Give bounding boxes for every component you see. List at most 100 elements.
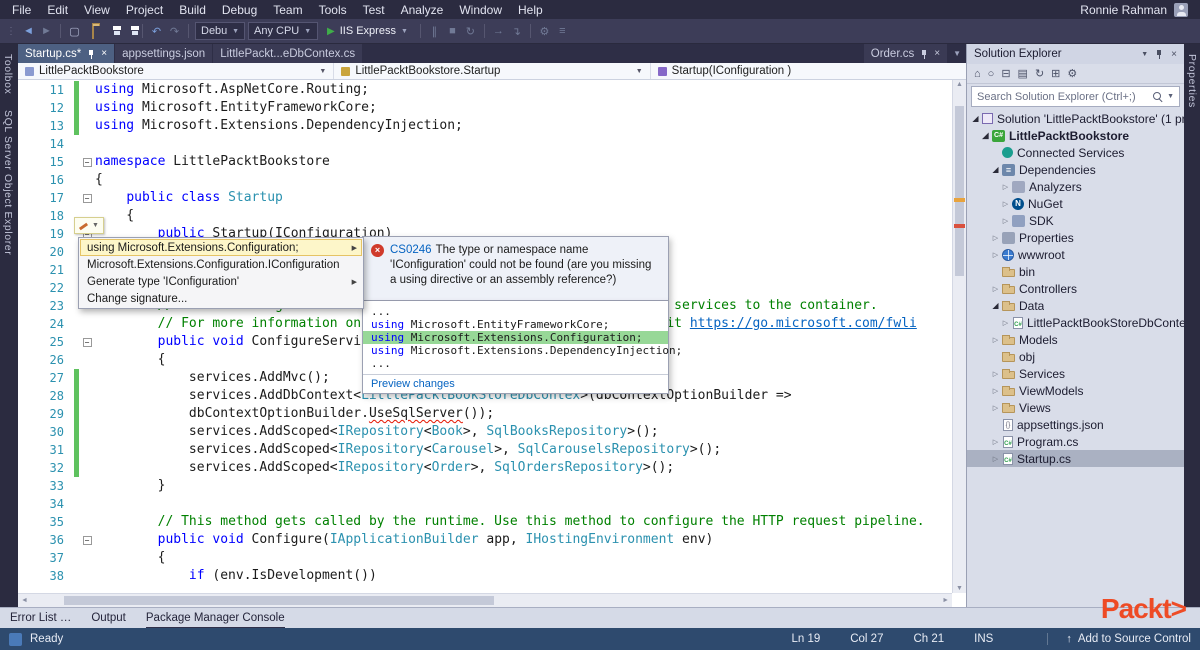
sql-server-object-explorer-tab[interactable]: SQL Server Object Explorer bbox=[0, 100, 16, 261]
pin-icon[interactable] bbox=[1155, 49, 1164, 60]
open-file-icon[interactable] bbox=[85, 25, 100, 39]
code-line-18[interactable]: 18 { bbox=[18, 207, 952, 225]
quickfix-item-using-microsoft-extensions-configuration[interactable]: using Microsoft.Extensions.Configuration… bbox=[80, 239, 362, 256]
new-file-icon[interactable]: ▢ bbox=[67, 25, 82, 38]
tree-item-properties[interactable]: ▷ Properties bbox=[967, 229, 1184, 246]
tree-item-sdk[interactable]: ▷ SDK bbox=[967, 212, 1184, 229]
pending-filter-icon[interactable]: ○ bbox=[988, 68, 995, 80]
window-menu-chevron-icon[interactable]: ▼ bbox=[1141, 51, 1148, 58]
tree-item-littlepacktbookstoredbconte[interactable]: ▷ LittlePacktBookStoreDbConte bbox=[967, 314, 1184, 331]
fold-toggle[interactable]: − bbox=[82, 535, 92, 545]
quick-actions-button[interactable]: ▼ bbox=[74, 217, 104, 234]
menu-item-test[interactable]: Test bbox=[355, 2, 393, 18]
tree-item-startup-cs[interactable]: ▷ Startup.cs bbox=[967, 450, 1184, 467]
breadcrumb-type-dropdown[interactable]: LittlePacktBookstore.Startup ▼ bbox=[334, 63, 651, 79]
code-line-36[interactable]: 36 − public void Configure(IApplicationBu… bbox=[18, 531, 952, 549]
menu-item-build[interactable]: Build bbox=[171, 2, 214, 18]
code-line-15[interactable]: 15 − namespace LittlePacktBookstore bbox=[18, 153, 952, 171]
tree-expander-icon[interactable]: ▷ bbox=[1000, 183, 1011, 191]
properties-gear-icon[interactable]: ⚙ bbox=[1067, 67, 1077, 80]
tree-item-viewmodels[interactable]: ▷ ViewModels bbox=[967, 382, 1184, 399]
toolbox-tab[interactable]: Toolbox bbox=[0, 44, 16, 100]
tree-item-controllers[interactable]: ▷ Controllers bbox=[967, 280, 1184, 297]
code-line-38[interactable]: 38 if (env.IsDevelopment()) bbox=[18, 567, 952, 585]
tree-item-services[interactable]: ▷ Services bbox=[967, 365, 1184, 382]
list-icon[interactable]: ≡ bbox=[555, 25, 570, 37]
tree-expander-icon[interactable]: ▷ bbox=[990, 387, 1001, 395]
code-line-37[interactable]: 37 { bbox=[18, 549, 952, 567]
tree-item-data[interactable]: ◢ Data bbox=[967, 297, 1184, 314]
fold-toggle[interactable]: − bbox=[82, 193, 92, 203]
debug-target-dropdown[interactable]: Debu ▼ bbox=[195, 22, 245, 40]
breadcrumb-project-dropdown[interactable]: LittlePacktBookstore ▼ bbox=[18, 63, 335, 79]
sync-active-document-icon[interactable]: ⊞ bbox=[1051, 67, 1060, 80]
tree-expander-icon[interactable]: ▷ bbox=[990, 438, 1001, 446]
menu-item-window[interactable]: Window bbox=[451, 2, 510, 18]
show-all-files-icon[interactable]: ▤ bbox=[1018, 67, 1028, 80]
undo-icon[interactable]: ↶ bbox=[149, 25, 164, 38]
code-line-30[interactable]: 30 services.AddScoped<IRepository<Book>,… bbox=[18, 423, 952, 441]
quickfix-item-change-signature[interactable]: Change signature... bbox=[80, 290, 362, 307]
code-line-11[interactable]: 11 using Microsoft.AspNetCore.Routing; bbox=[18, 81, 952, 99]
tree-expander-icon[interactable]: ▷ bbox=[990, 336, 1001, 344]
menu-item-debug[interactable]: Debug bbox=[214, 2, 265, 18]
code-line-32[interactable]: 32 services.AddScoped<IRepository<Order>… bbox=[18, 459, 952, 477]
close-icon[interactable]: × bbox=[101, 48, 107, 59]
code-line-16[interactable]: 16 { bbox=[18, 171, 952, 189]
stop-icon[interactable]: ■ bbox=[445, 25, 460, 37]
code-line-17[interactable]: 17 − public class Startup bbox=[18, 189, 952, 207]
settings-gear-icon[interactable]: ⚙ bbox=[537, 25, 552, 38]
navigate-back-icon[interactable]: ◄ bbox=[21, 25, 36, 37]
platform-dropdown[interactable]: Any CPU ▼ bbox=[248, 22, 318, 40]
step-over-icon[interactable]: → bbox=[491, 25, 506, 37]
navigate-forward-icon[interactable]: ► bbox=[39, 25, 54, 37]
toolbar-grip[interactable]: ⋮ bbox=[6, 26, 16, 37]
add-to-source-control-button[interactable]: ↑ Add to Source Control bbox=[1047, 633, 1191, 645]
scroll-down-icon[interactable]: ▼ bbox=[953, 585, 966, 592]
tree-item-program-cs[interactable]: ▷ Program.cs bbox=[967, 433, 1184, 450]
tree-item-dependencies[interactable]: ◢ Dependencies bbox=[967, 161, 1184, 178]
tab-dbcontext-cs[interactable]: LittlePackt...eDbContex.cs bbox=[213, 44, 363, 63]
tree-item-nuget[interactable]: ▷ NuGet bbox=[967, 195, 1184, 212]
quickfix-item-microsoft-extensions-configuration-iconf[interactable]: Microsoft.Extensions.Configuration.IConf… bbox=[80, 256, 362, 273]
tree-expander-icon[interactable]: ▷ bbox=[1000, 200, 1011, 208]
fold-toggle[interactable]: − bbox=[82, 337, 92, 347]
step-out-icon[interactable]: ↴ bbox=[509, 25, 524, 38]
code-line-34[interactable]: 34 bbox=[18, 495, 952, 513]
tree-item-obj[interactable]: obj bbox=[967, 348, 1184, 365]
collapse-all-icon[interactable]: ⊟ bbox=[1001, 67, 1010, 80]
code-line-29[interactable]: 29 dbContextOptionBuilder.UseSqlServer()… bbox=[18, 405, 952, 423]
menu-item-edit[interactable]: Edit bbox=[39, 2, 76, 18]
code-line-35[interactable]: 35 // This method gets called by the run… bbox=[18, 513, 952, 531]
tree-expander-icon[interactable]: ▷ bbox=[990, 455, 1001, 463]
menu-item-analyze[interactable]: Analyze bbox=[393, 2, 452, 18]
pin-icon[interactable] bbox=[87, 49, 95, 59]
tab-appsettings-json[interactable]: appsettings.json bbox=[115, 44, 213, 63]
tree-item-bin[interactable]: bin bbox=[967, 263, 1184, 280]
close-icon[interactable]: × bbox=[934, 48, 940, 59]
solution-search-input[interactable]: Search Solution Explorer (Ctrl+;) ▼ bbox=[971, 86, 1180, 107]
user-name[interactable]: Ronnie Rahman bbox=[1080, 3, 1167, 17]
tab-list-chevron-icon[interactable]: ▼ bbox=[948, 49, 966, 58]
tree-expander-icon[interactable]: ▷ bbox=[1000, 319, 1011, 327]
tree-expander-icon[interactable]: ▷ bbox=[1000, 217, 1011, 225]
menu-item-project[interactable]: Project bbox=[118, 2, 171, 18]
pin-icon[interactable] bbox=[920, 49, 928, 59]
tree-item-connected-services[interactable]: Connected Services bbox=[967, 144, 1184, 161]
preview-changes-link[interactable]: Preview changes bbox=[363, 374, 668, 393]
tab-order-cs[interactable]: Order.cs × bbox=[863, 44, 948, 63]
properties-tab[interactable]: Properties bbox=[1184, 44, 1200, 114]
bottom-tab-package-manager-console[interactable]: Package Manager Console bbox=[145, 608, 285, 628]
tree-item-appsettings-json[interactable]: appsettings.json bbox=[967, 416, 1184, 433]
vertical-scrollbar[interactable]: ▲ ▼ bbox=[952, 80, 966, 593]
error-code-link[interactable]: CS0246 bbox=[390, 244, 432, 256]
tree-expander-icon[interactable]: ▷ bbox=[990, 370, 1001, 378]
tree-item-wwwroot[interactable]: ▷ wwwroot bbox=[967, 246, 1184, 263]
home-icon[interactable]: ⌂ bbox=[974, 68, 981, 80]
tree-expander-icon[interactable]: ◢ bbox=[970, 114, 981, 123]
tree-expander-icon[interactable]: ◢ bbox=[990, 301, 1001, 310]
tree-item-littlepacktbookstore[interactable]: ◢ LittlePacktBookstore bbox=[967, 127, 1184, 144]
quickfix-item-generate-type-iconfiguration[interactable]: Generate type 'IConfiguration' ▶ bbox=[80, 273, 362, 290]
menu-item-help[interactable]: Help bbox=[510, 2, 551, 18]
tab-startup-cs[interactable]: Startup.cs* × bbox=[18, 44, 115, 63]
